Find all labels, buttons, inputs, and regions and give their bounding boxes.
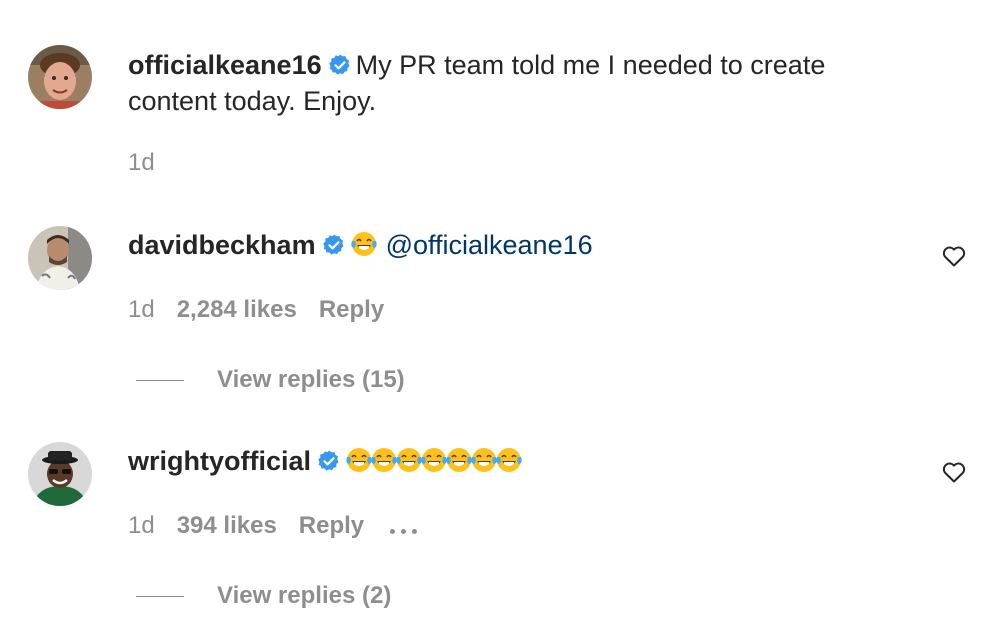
mention-link[interactable]: @officialkeane16 — [386, 230, 593, 260]
replies-divider-line — [136, 596, 184, 598]
verified-badge-icon — [322, 234, 344, 255]
comment-text: davidbeckham @officialkeane16 — [128, 227, 908, 263]
likes-count[interactable]: 394 likes — [177, 512, 277, 539]
avatar-image — [28, 45, 92, 109]
avatar[interactable] — [28, 442, 92, 506]
avatar[interactable] — [28, 45, 92, 109]
tears-of-joy-emoji-icon — [496, 448, 522, 472]
comment-text: officialkeane16 My PR team told me I need… — [128, 47, 908, 119]
view-replies-button[interactable]: View replies (15) — [136, 365, 405, 395]
avatar-image — [28, 442, 92, 506]
tears-of-joy-emoji-icon — [346, 448, 372, 472]
replies-divider-line — [136, 380, 184, 382]
tears-of-joy-emoji-icon — [396, 448, 422, 472]
view-replies-label: View replies (15) — [217, 366, 405, 393]
tears-of-joy-emoji-icon — [446, 448, 472, 472]
username[interactable]: wrightyofficial — [128, 446, 311, 476]
avatar[interactable] — [28, 226, 92, 290]
timestamp[interactable]: 1d — [128, 149, 155, 176]
tears-of-joy-emoji-icon — [421, 448, 447, 472]
reply-button[interactable]: Reply — [299, 512, 364, 539]
tears-of-joy-emoji-icon — [371, 448, 397, 472]
emoji-row — [345, 446, 522, 476]
avatar-image — [28, 226, 92, 290]
comment-text-line2: content today. Enjoy. — [128, 86, 377, 116]
view-replies-button[interactable]: View replies (2) — [136, 581, 391, 611]
heart-icon[interactable] — [941, 243, 967, 269]
comment-meta: 1d 394 likes Reply — [128, 511, 445, 542]
username[interactable]: officialkeane16 — [128, 50, 322, 80]
tears-of-joy-emoji-icon — [471, 448, 497, 472]
verified-badge-icon — [318, 450, 339, 471]
tears-of-joy-emoji-icon — [350, 232, 377, 256]
username[interactable]: davidbeckham — [128, 230, 316, 260]
view-replies-label: View replies (2) — [217, 582, 392, 609]
reply-button[interactable]: Reply — [319, 296, 384, 323]
comment-meta: 1d 2,284 likes Reply — [128, 295, 406, 325]
heart-icon[interactable] — [941, 459, 967, 485]
timestamp[interactable]: 1d — [128, 296, 155, 323]
verified-badge-icon — [328, 54, 350, 75]
comment-text: wrightyofficial — [128, 443, 908, 479]
likes-count[interactable]: 2,284 likes — [177, 296, 297, 323]
timestamp[interactable]: 1d — [128, 512, 155, 539]
comment-text-line1: My PR team told me I needed to create — [355, 50, 826, 80]
comment-meta: 1d — [128, 148, 177, 178]
more-options-icon[interactable] — [390, 512, 423, 542]
